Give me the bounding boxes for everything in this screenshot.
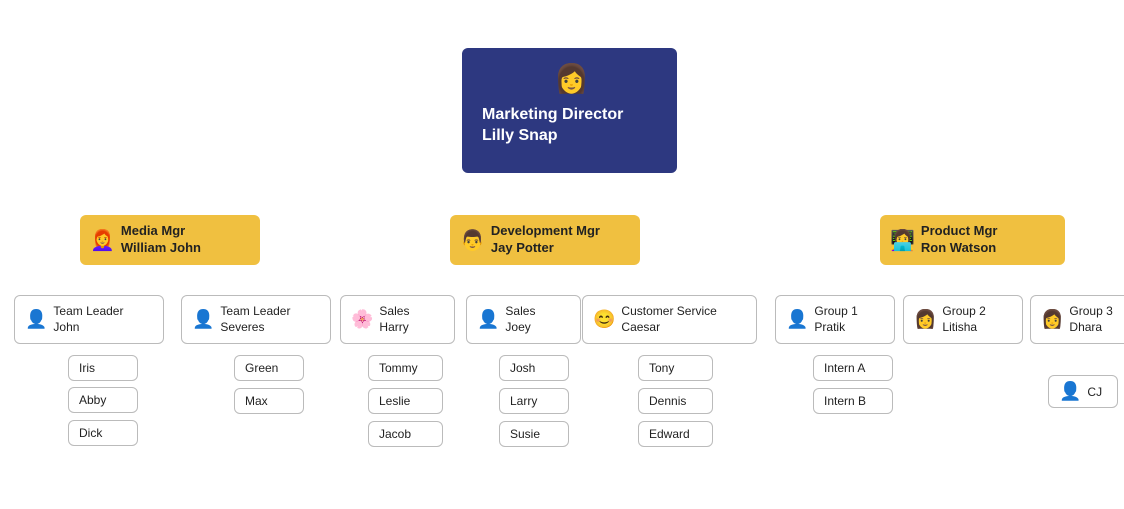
- leslie-node: Leslie: [368, 388, 443, 414]
- root-node: 👩 Marketing Director Lilly Snap: [462, 48, 677, 173]
- cj-label: CJ: [1087, 385, 1102, 399]
- sales-joey-label: Sales Joey: [505, 304, 535, 335]
- intern-b-node: Intern B: [813, 388, 893, 414]
- group3-dhara-node: 👩 Group 3 Dhara: [1030, 295, 1124, 344]
- product-mgr-node: 👩‍💻 Product Mgr Ron Watson: [880, 215, 1065, 265]
- dick-label: Dick: [79, 426, 102, 440]
- sales-harry-avatar: 🌸: [351, 309, 373, 330]
- dev-mgr-avatar: 👨: [460, 228, 485, 253]
- susie-node: Susie: [499, 421, 569, 447]
- jacob-node: Jacob: [368, 421, 443, 447]
- tony-label: Tony: [649, 361, 674, 375]
- tl-severes-node: 👤 Team Leader Severes: [181, 295, 331, 344]
- group1-pratik-node: 👤 Group 1 Pratik: [775, 295, 895, 344]
- sales-harry-node: 🌸 Sales Harry: [340, 295, 455, 344]
- cj-node: 👤 CJ: [1048, 375, 1118, 408]
- media-mgr-avatar: 👩‍🦰: [90, 228, 115, 253]
- group1-label: Group 1 Pratik: [814, 304, 857, 335]
- jacob-label: Jacob: [379, 427, 411, 441]
- intern-a-node: Intern A: [813, 355, 893, 381]
- group3-avatar: 👩: [1041, 309, 1063, 330]
- org-chart: 👩 Marketing Director Lilly Snap 👩‍🦰 Medi…: [0, 0, 1124, 40]
- group1-avatar: 👤: [786, 309, 808, 330]
- media-mgr-label: Media Mgr William John: [121, 223, 201, 257]
- tommy-node: Tommy: [368, 355, 443, 381]
- connector-lines: [0, 0, 1124, 40]
- intern-a-label: Intern A: [824, 361, 865, 375]
- green-label: Green: [245, 361, 278, 375]
- edward-label: Edward: [649, 427, 690, 441]
- tl-john-avatar: 👤: [25, 309, 47, 330]
- dev-mgr-label: Development Mgr Jay Potter: [491, 223, 600, 257]
- iris-node: Iris: [68, 355, 138, 381]
- product-mgr-label: Product Mgr Ron Watson: [921, 223, 998, 257]
- dick-node: Dick: [68, 420, 138, 446]
- intern-b-label: Intern B: [824, 394, 866, 408]
- max-node: Max: [234, 388, 304, 414]
- abby-label: Abby: [79, 393, 106, 407]
- tommy-label: Tommy: [379, 361, 418, 375]
- larry-node: Larry: [499, 388, 569, 414]
- root-label: Marketing Director Lilly Snap: [482, 105, 623, 147]
- josh-label: Josh: [510, 361, 535, 375]
- susie-label: Susie: [510, 427, 540, 441]
- edward-node: Edward: [638, 421, 713, 447]
- sales-harry-label: Sales Harry: [379, 304, 409, 335]
- cs-caesar-node: 😊 Customer Service Caesar: [582, 295, 757, 344]
- dennis-label: Dennis: [649, 394, 686, 408]
- dev-mgr-node: 👨 Development Mgr Jay Potter: [450, 215, 640, 265]
- cs-caesar-avatar: 😊: [593, 309, 615, 330]
- josh-node: Josh: [499, 355, 569, 381]
- media-mgr-node: 👩‍🦰 Media Mgr William John: [80, 215, 260, 265]
- tl-john-label: Team Leader John: [53, 304, 123, 335]
- product-mgr-avatar: 👩‍💻: [890, 228, 915, 253]
- group2-label: Group 2 Litisha: [942, 304, 985, 335]
- dennis-node: Dennis: [638, 388, 713, 414]
- tl-severes-label: Team Leader Severes: [220, 304, 290, 335]
- max-label: Max: [245, 394, 268, 408]
- group2-litisha-node: 👩 Group 2 Litisha: [903, 295, 1023, 344]
- root-avatar: 👩: [554, 62, 589, 95]
- tony-node: Tony: [638, 355, 713, 381]
- tl-severes-avatar: 👤: [192, 309, 214, 330]
- tl-john-node: 👤 Team Leader John: [14, 295, 164, 344]
- cs-caesar-label: Customer Service Caesar: [621, 304, 716, 335]
- cj-avatar: 👤: [1059, 381, 1081, 402]
- group3-label: Group 3 Dhara: [1069, 304, 1112, 335]
- iris-label: Iris: [79, 361, 95, 375]
- green-node: Green: [234, 355, 304, 381]
- sales-joey-avatar: 👤: [477, 309, 499, 330]
- group2-avatar: 👩: [914, 309, 936, 330]
- abby-node: Abby: [68, 387, 138, 413]
- leslie-label: Leslie: [379, 394, 410, 408]
- larry-label: Larry: [510, 394, 537, 408]
- sales-joey-node: 👤 Sales Joey: [466, 295, 581, 344]
